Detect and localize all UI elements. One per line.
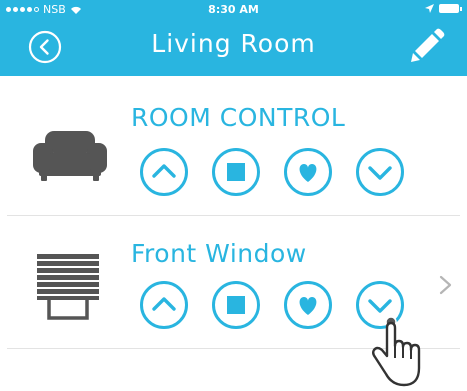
front-window-label: Front Window: [131, 239, 307, 268]
room-down-button[interactable]: [355, 147, 405, 197]
status-time: 8:30 AM: [208, 3, 259, 16]
room-icon: [31, 119, 109, 191]
status-right: [425, 4, 462, 13]
nav-bar: Living Room: [0, 20, 467, 76]
header: NSB 8:30 AM Living Room: [0, 0, 467, 76]
room-control-buttons: [139, 147, 405, 197]
battery-icon: [439, 4, 462, 13]
blinds-icon: [37, 254, 99, 320]
room-stop-button[interactable]: [211, 147, 261, 197]
page-title: Living Room: [151, 29, 316, 58]
location-arrow-icon: [425, 4, 434, 13]
window-up-button[interactable]: [139, 280, 189, 330]
front-window-buttons: [139, 280, 405, 330]
window-stop-button[interactable]: [211, 280, 261, 330]
edit-button[interactable]: [407, 28, 445, 66]
pencil-icon: [411, 28, 445, 62]
status-bar: NSB 8:30 AM: [0, 0, 467, 20]
room-control-row: ROOM CONTROL: [7, 83, 460, 216]
chevron-right-icon[interactable]: [438, 274, 454, 296]
tap-hand-icon: [372, 316, 421, 387]
window-icon: [31, 250, 109, 322]
room-control-label: ROOM CONTROL: [131, 103, 346, 132]
room-favorite-button[interactable]: [283, 147, 333, 197]
room-up-button[interactable]: [139, 147, 189, 197]
window-favorite-button[interactable]: [283, 280, 333, 330]
armchair-icon: [33, 131, 107, 181]
app-screen: NSB 8:30 AM Living Room ROOM CONTROL Fro…: [0, 0, 467, 391]
